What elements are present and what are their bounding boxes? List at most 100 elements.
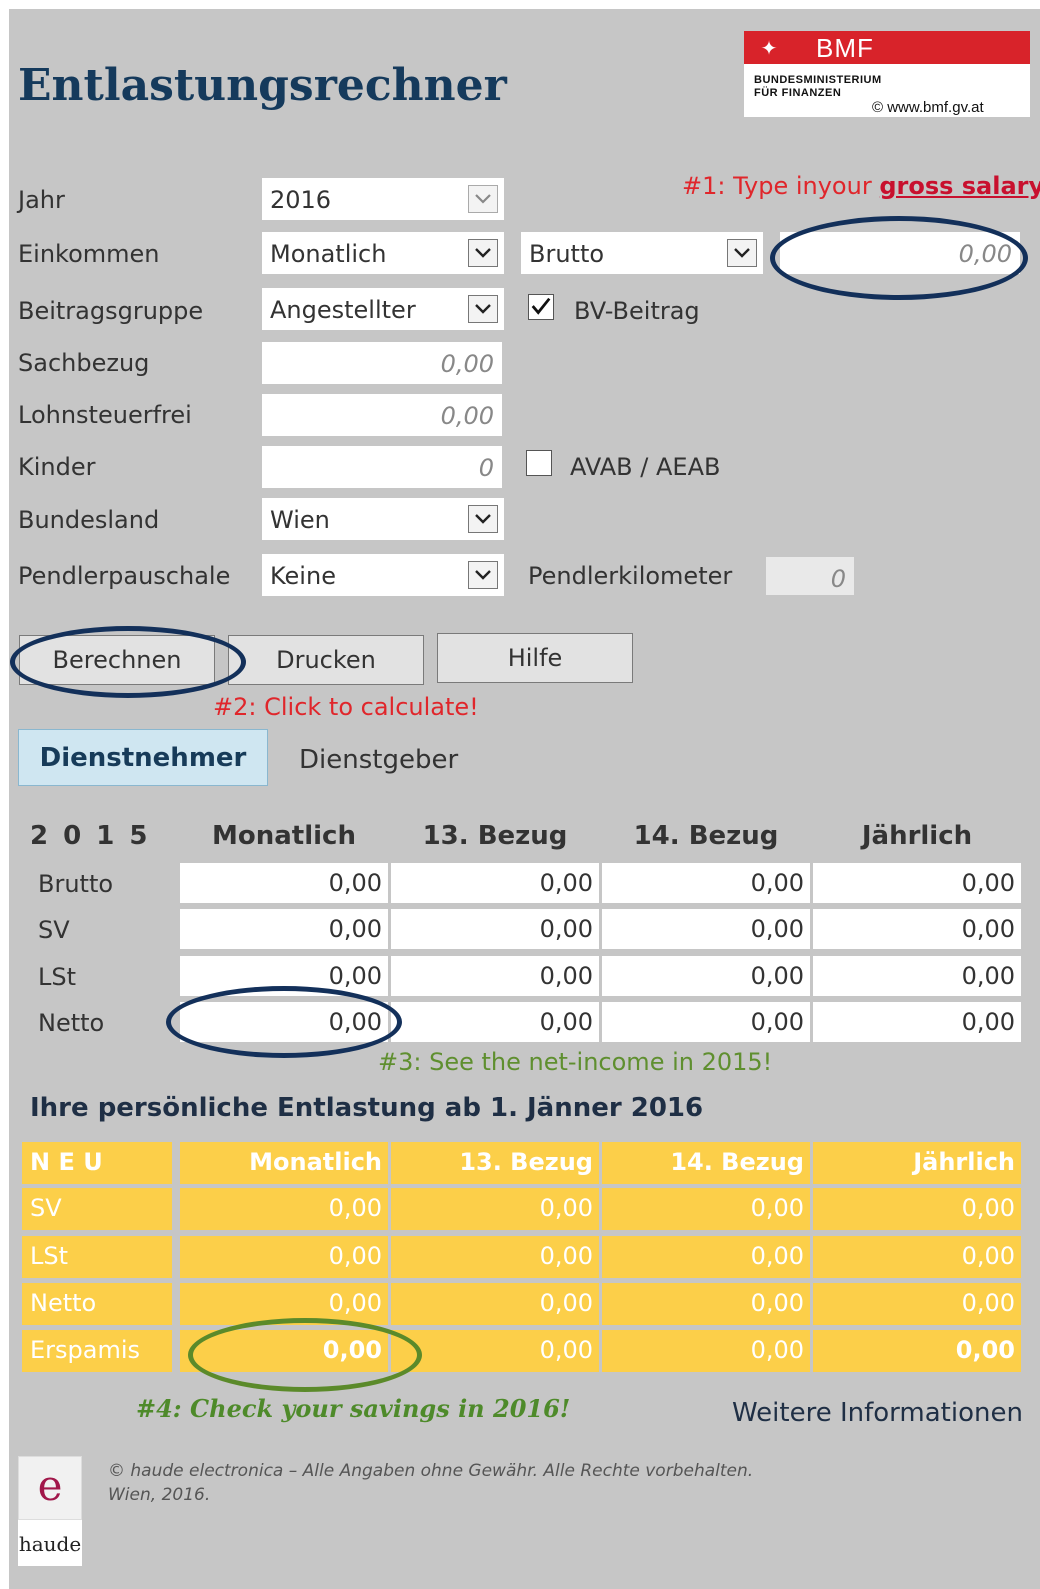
beitragsgruppe-select[interactable]: Angestellter <box>262 288 504 330</box>
column-header: Jährlich <box>813 1142 1021 1184</box>
bmf-logo-line1: BUNDESMINISTERIUM <box>754 74 882 86</box>
table-cell: 0,00 <box>180 1002 388 1042</box>
relief-heading: Ihre persönliche Entlastung ab 1. Jänner… <box>30 1093 704 1123</box>
table-cell: 0,00 <box>813 863 1021 903</box>
bmf-logo-line2: FÜR FINANZEN <box>754 87 842 99</box>
bundesland-label: Bundesland <box>18 506 160 534</box>
help-button[interactable]: Hilfe <box>437 633 633 683</box>
bmf-logo-brand: BMF <box>816 33 874 63</box>
bmf-logo-url: © www.bmf.gv.at <box>872 99 984 116</box>
row-label: LSt <box>22 1236 172 1278</box>
column-header: Monatlich <box>212 821 356 851</box>
table-year-label: 2 0 1 5 <box>30 821 151 851</box>
savings-cell: 0,00 <box>180 1330 388 1372</box>
annotation-step3: #3: See the net-income in 2015! <box>378 1048 773 1076</box>
annotation-step4: #4: Check your savings in 2016! <box>136 1394 571 1423</box>
row-label: Netto <box>22 1283 172 1325</box>
table-cell: 0,00 <box>391 909 599 949</box>
table-cell: 0,00 <box>391 1283 599 1325</box>
row-label: LSt <box>38 963 77 991</box>
tab-dienstnehmer[interactable]: Dienstnehmer <box>18 729 268 786</box>
footer-copyright-line2: Wien, 2016. <box>108 1485 211 1505</box>
table-cell: 0,00 <box>602 1236 810 1278</box>
table-cell: 0,00 <box>180 1236 388 1278</box>
beitragsgruppe-label: Beitragsgruppe <box>18 297 204 325</box>
chevron-down-icon <box>468 239 498 267</box>
column-header: Monatlich <box>180 1142 388 1184</box>
row-label: SV <box>38 916 70 944</box>
chevron-down-icon <box>468 561 498 589</box>
annotation-step1-text: #1: Type inyour <box>682 172 880 200</box>
table-cell: 0,00 <box>391 1236 599 1278</box>
table-cell: 0,00 <box>180 1283 388 1325</box>
table-cell: 0,00 <box>813 909 1021 949</box>
print-button[interactable]: Drucken <box>228 635 424 685</box>
table-cell: 0,00 <box>602 909 810 949</box>
haude-logo-text: haude <box>18 1532 82 1556</box>
table-cell: 0,00 <box>180 863 388 903</box>
gross-salary-input[interactable]: 0,00 <box>780 232 1020 274</box>
table-cell: 0,00 <box>813 1188 1021 1230</box>
table-cell: 0,00 <box>602 1283 810 1325</box>
eagle-icon: ✦ <box>760 36 778 60</box>
table-cell: 0,00 <box>602 956 810 996</box>
einkommen-period-value: Monatlich <box>270 240 387 268</box>
table-cell: 0,00 <box>391 1330 599 1372</box>
einkommen-type-select[interactable]: Brutto <box>521 232 763 274</box>
lohnsteuerfrei-label: Lohnsteuerfrei <box>18 401 192 429</box>
more-info-link[interactable]: Weitere Informationen <box>732 1398 1023 1428</box>
table-cell: 0,00 <box>813 1330 1021 1372</box>
table-cell: 0,00 <box>391 1002 599 1042</box>
avab-aeab-checkbox[interactable] <box>526 450 552 476</box>
column-header: Jährlich <box>861 821 973 851</box>
haude-logo: e haude <box>18 1456 82 1566</box>
table-cell: 0,00 <box>602 1330 810 1372</box>
avab-aeab-label: AVAB / AEAB <box>570 453 721 481</box>
table-cell: 0,00 <box>391 1188 599 1230</box>
sachbezug-input[interactable]: 0,00 <box>262 342 502 384</box>
kinder-input[interactable]: 0 <box>262 446 502 488</box>
tab-dienstgeber[interactable]: Dienstgeber <box>299 745 458 775</box>
column-header: 14. Bezug <box>602 1142 810 1184</box>
lohnsteuerfrei-input[interactable]: 0,00 <box>262 394 502 436</box>
annotation-step1: #1: Type inyour gross salary! <box>682 172 1040 200</box>
chevron-down-icon <box>727 239 757 267</box>
bundesland-select[interactable]: Wien <box>262 498 504 540</box>
sachbezug-label: Sachbezug <box>18 349 150 377</box>
kinder-label: Kinder <box>18 453 96 481</box>
jahr-label: Jahr <box>18 186 65 214</box>
einkommen-period-select[interactable]: Monatlich <box>262 232 504 274</box>
pendlerkilometer-label: Pendlerkilometer <box>528 562 733 590</box>
annotation-step1-emphasis: gross salary <box>879 172 1040 200</box>
chevron-down-icon <box>468 505 498 533</box>
pendlerpauschale-label: Pendlerpauschale <box>18 562 231 590</box>
chevron-down-icon <box>468 185 498 213</box>
table-cell: 0,00 <box>602 863 810 903</box>
table-cell: 0,00 <box>391 863 599 903</box>
chevron-down-icon <box>468 295 498 323</box>
table-cell: 0,00 <box>602 1188 810 1230</box>
pendlerkilometer-input[interactable]: 0 <box>766 557 854 595</box>
annotation-step2: #2: Click to calculate! <box>213 693 479 721</box>
pendlerpauschale-value: Keine <box>270 562 336 590</box>
jahr-select-value: 2016 <box>270 186 332 214</box>
table-cell: 0,00 <box>813 1236 1021 1278</box>
table-cell: 0,00 <box>180 956 388 996</box>
calculate-button[interactable]: Berechnen <box>19 635 215 685</box>
jahr-select[interactable]: 2016 <box>262 178 504 220</box>
table-cell: 0,00 <box>813 1002 1021 1042</box>
bv-beitrag-checkbox[interactable] <box>528 294 554 320</box>
table-cell: 0,00 <box>813 956 1021 996</box>
row-label: Brutto <box>38 870 114 898</box>
relief-neu-label: N E U <box>22 1142 172 1184</box>
footer-copyright: © haude electronica – Alle Angaben ohne … <box>108 1461 754 1481</box>
pendlerpauschale-select[interactable]: Keine <box>262 554 504 596</box>
page-title: Entlastungsrechner <box>18 60 507 111</box>
table-cell: 0,00 <box>391 956 599 996</box>
beitragsgruppe-value: Angestellter <box>270 296 416 324</box>
column-header: 13. Bezug <box>422 821 568 851</box>
row-label: SV <box>22 1188 172 1230</box>
table-cell: 0,00 <box>180 1188 388 1230</box>
column-header: 13. Bezug <box>391 1142 599 1184</box>
column-header: 14. Bezug <box>633 821 779 851</box>
